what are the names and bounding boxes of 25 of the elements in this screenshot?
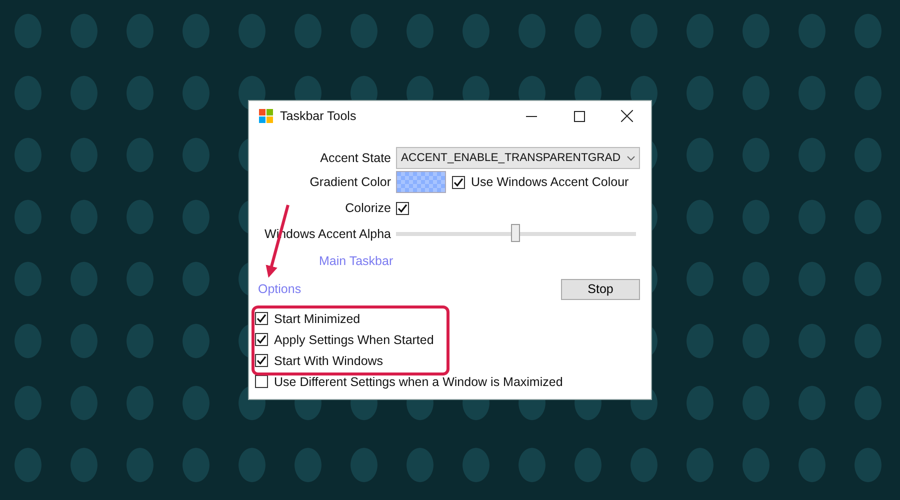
checkbox[interactable] — [255, 312, 268, 325]
close-icon — [621, 110, 633, 122]
checkbox[interactable] — [396, 202, 409, 214]
field-label: Colorize — [344, 201, 391, 215]
maximize-icon — [574, 110, 584, 122]
field-label: Gradient Color — [308, 175, 391, 189]
stop-button[interactable]: Stop — [561, 278, 640, 300]
caret-icon — [627, 156, 635, 160]
checkbox-label: Start With Windows — [274, 354, 384, 368]
app-icon — [258, 108, 274, 124]
checkbox-label: Use Windows Accent Colour — [471, 175, 629, 189]
checkbox-label: Use Different Settings when a Window is Maximized — [274, 374, 563, 388]
checkbox[interactable] — [255, 375, 268, 388]
checkbox-label: Start Minimized — [274, 312, 360, 326]
options-link[interactable]: Options — [258, 282, 302, 296]
checkbox-label: Apply Settings When Started — [274, 332, 434, 346]
main-taskbar-link[interactable]: Main Taskbar — [319, 254, 394, 268]
field-label: Accent State — [319, 151, 391, 165]
checkbox[interactable] — [255, 333, 268, 346]
color-swatch[interactable] — [396, 171, 446, 193]
checkbox[interactable] — [255, 354, 268, 367]
slider-thumb[interactable] — [511, 224, 520, 242]
window-title: Taskbar Tools — [280, 109, 358, 123]
checkbox[interactable] — [452, 176, 465, 188]
accent-state-dropdown[interactable]: ACCENT_ENABLE_TRANSPARENTGRAD — [396, 147, 640, 169]
